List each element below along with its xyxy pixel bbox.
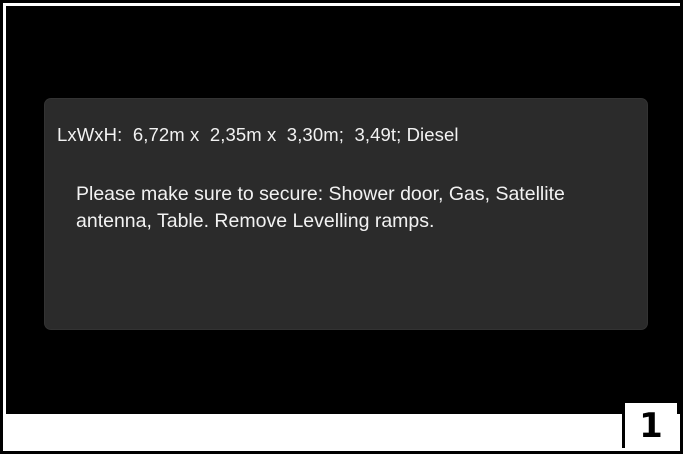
vehicle-specs-text: LxWxH: 6,72m x 2,35m x 3,30m; 3,49t; Die… (57, 124, 459, 145)
display-screen: LxWxH: 6,72m x 2,35m x 3,30m; 3,49t; Die… (6, 6, 683, 414)
vehicle-info-card: LxWxH: 6,72m x 2,35m x 3,30m; 3,49t; Die… (45, 99, 647, 329)
secure-items-message: Please make sure to secure: Shower door,… (76, 183, 565, 232)
figure-frame: LxWxH: 6,72m x 2,35m x 3,30m; 3,49t; Die… (0, 0, 683, 454)
figure-number-badge: 1 (622, 400, 677, 448)
